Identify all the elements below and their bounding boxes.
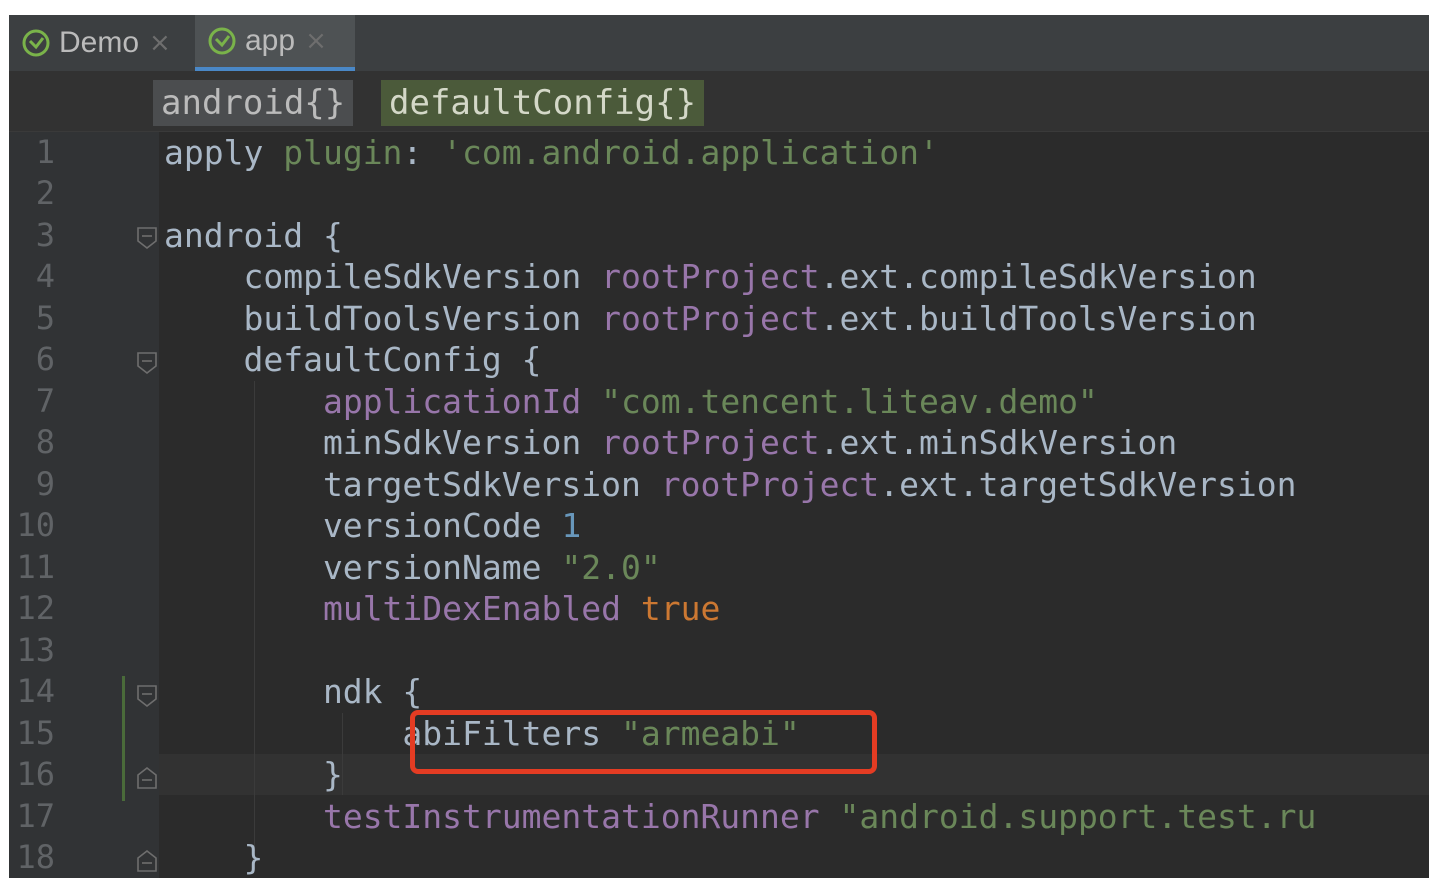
tab-app[interactable]: app × [195, 15, 355, 71]
code-line-11: versionName "2.0" [164, 548, 661, 587]
editor-tab-bar: Demo × app × [9, 15, 1429, 71]
breadcrumb: android{} defaultConfig{} [9, 71, 1429, 132]
tab-demo[interactable]: Demo × [9, 15, 195, 71]
tab-label: Demo [59, 26, 140, 59]
breadcrumb-item-android[interactable]: android{} [153, 80, 354, 126]
code-line-1: apply plugin: 'com.android.application' [164, 133, 939, 172]
code-line-18: } [164, 838, 264, 877]
code-line-3: android { [164, 216, 343, 255]
code-line-16: } [164, 755, 343, 794]
tab-label: app [245, 24, 296, 57]
close-icon[interactable]: × [305, 26, 327, 56]
code-line-5: buildToolsVersion rootProject.ext.buildT… [164, 299, 1257, 338]
close-icon[interactable]: × [149, 28, 171, 58]
code-line-8: minSdkVersion rootProject.ext.minSdkVers… [164, 423, 1178, 462]
code-line-6: defaultConfig { [164, 340, 542, 379]
annotation-highlight-box [410, 710, 877, 774]
code-line-10: versionCode 1 [164, 506, 582, 545]
code-line-9: targetSdkVersion rootProject.ext.targetS… [164, 465, 1297, 504]
code-line-7: applicationId "com.tencent.liteav.demo" [322, 382, 1098, 421]
code-line-12: multiDexEnabled true [322, 589, 721, 628]
code-line-17: testInstrumentationRunner "android.suppo… [322, 797, 1317, 836]
editor-window: Demo × app × android{} defaultConfig{} 1… [9, 15, 1429, 878]
code-line-4: compileSdkVersion rootProject.ext.compil… [164, 257, 1257, 296]
code-line-14: ndk { [164, 672, 423, 711]
gradle-icon [22, 29, 50, 57]
breadcrumb-item-defaultconfig[interactable]: defaultConfig{} [381, 80, 705, 126]
gradle-icon [208, 27, 236, 55]
